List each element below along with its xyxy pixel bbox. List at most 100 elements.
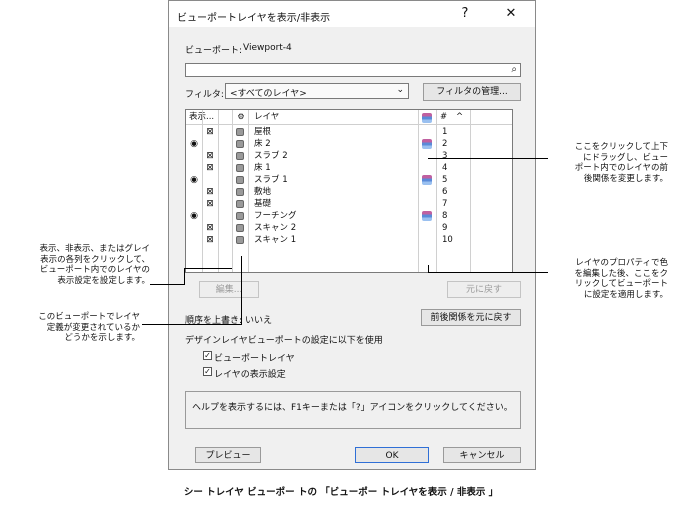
callout-line: リックしてビューポート: [574, 279, 668, 289]
viewport-layers-checkbox[interactable]: ✓: [203, 351, 212, 360]
layer-name: 床 2: [254, 139, 271, 149]
search-input[interactable]: ⌕: [185, 63, 521, 77]
table-row[interactable]: ⊠ スラブ 2 3: [186, 150, 512, 162]
table-header: 表示... ⚙ レイヤ # ^: [186, 110, 512, 125]
callout-leader: [428, 272, 548, 273]
layer-override-icon: [236, 200, 244, 208]
layer-override-icon: [236, 128, 244, 136]
column-divider: [470, 110, 471, 272]
layer-override-icon: [236, 188, 244, 196]
close-button[interactable]: ✕: [501, 5, 521, 23]
order-override-value: いいえ: [245, 316, 273, 326]
layer-name: スラブ 1: [254, 175, 288, 185]
column-divider: [248, 110, 249, 272]
filter-select[interactable]: <すべてのレイヤ> ⌄: [225, 83, 409, 99]
callout-leader: [142, 324, 242, 325]
layer-column-header[interactable]: レイヤ: [254, 111, 279, 123]
hidden-icon[interactable]: ⊠: [205, 234, 215, 246]
layer-name: スラブ 2: [254, 151, 288, 161]
table-row[interactable]: ⊠ スキャン 2 9: [186, 222, 512, 234]
layer-number[interactable]: 4: [442, 162, 447, 174]
figure-caption: シー トレイヤ ビューポー トの 「ビューポー トレイヤを表示 / 非表示 」: [183, 487, 499, 498]
table-row[interactable]: ⊠ 屋根 1: [186, 126, 512, 138]
callout-line: どうかを示します。: [64, 333, 140, 343]
dialog-title: ビューポートレイヤを表示/非表示: [177, 13, 331, 24]
title-bar: ビューポートレイヤを表示/非表示 ? ✕: [169, 1, 535, 27]
table-row[interactable]: ⊠ スキャン 1 10: [186, 234, 512, 246]
stacking-order-icon[interactable]: [422, 139, 432, 149]
layer-number[interactable]: 2: [442, 138, 447, 150]
layer-number[interactable]: 7: [442, 198, 447, 210]
callout-leader: [241, 256, 242, 325]
search-icon[interactable]: ⌕: [511, 64, 517, 76]
callout-line: 表示設定を設定します。: [57, 275, 150, 286]
column-divider: [218, 110, 219, 272]
eye-icon[interactable]: ◉: [189, 138, 199, 150]
callout-line: 定義が変更されているか: [46, 322, 140, 333]
table-row[interactable]: ◉ スラブ 1 5: [186, 174, 512, 186]
revert-order-button[interactable]: 前後関係を元に戻す: [421, 309, 521, 326]
ok-button[interactable]: OK: [355, 447, 429, 463]
callout-leader: [184, 268, 232, 269]
hidden-icon[interactable]: ⊠: [205, 162, 215, 174]
callout-leader: [428, 158, 548, 159]
stacking-order-icon[interactable]: [422, 175, 432, 185]
layer-visibility-checkbox[interactable]: ✓: [203, 367, 212, 376]
layer-table: 表示... ⚙ レイヤ # ^ ⊠ 屋根 1 ◉ 床 2 2 ⊠ スラブ 2 3 ⊠ 床 1 4 ◉ スラ…: [185, 109, 513, 273]
callout-revert: レイヤのプロパティで色 を編集した後、ここをク リックしてビューポート に設定を…: [550, 258, 668, 300]
layer-name: 床 1: [254, 163, 271, 173]
layer-name: 基礎: [254, 199, 272, 209]
layer-number[interactable]: 3: [442, 150, 447, 162]
hidden-icon[interactable]: ⊠: [205, 186, 215, 198]
manage-filters-button[interactable]: フィルタの管理...: [423, 83, 521, 101]
layer-name: 敷地: [254, 187, 272, 197]
hidden-icon[interactable]: ⊠: [205, 198, 215, 210]
layer-number[interactable]: 10: [442, 234, 453, 246]
number-column-header[interactable]: #: [440, 111, 447, 123]
layer-override-icon: [236, 176, 244, 184]
edit-button[interactable]: 編集...: [199, 281, 259, 298]
table-row[interactable]: ⊠ 敷地 6: [186, 186, 512, 198]
layer-name: 屋根: [254, 127, 272, 137]
callout-line: に設定を適用します。: [583, 289, 668, 300]
preview-button[interactable]: プレビュー: [195, 447, 261, 463]
column-divider: [232, 110, 233, 272]
hidden-icon[interactable]: ⊠: [205, 150, 215, 162]
callout-leader: [150, 284, 184, 285]
hidden-icon[interactable]: ⊠: [205, 222, 215, 234]
callout-line: にドラッグし、ビュー: [582, 152, 668, 163]
table-row[interactable]: ◉ フーチング 8: [186, 210, 512, 222]
cancel-button[interactable]: キャンセル: [443, 447, 521, 463]
column-divider: [436, 110, 437, 272]
hidden-icon[interactable]: ⊠: [205, 126, 215, 138]
callout-line: ここをクリックして上下: [574, 142, 668, 152]
eye-icon[interactable]: ◉: [189, 210, 199, 222]
layer-override-icon: [236, 212, 244, 220]
filter-label: フィルタ:: [185, 90, 224, 100]
show-hide-viewport-layers-dialog: ビューポートレイヤを表示/非表示 ? ✕ ビューポート: Viewport-4 …: [168, 0, 536, 470]
callout-line: 表示、非表示、またはグレイ: [39, 244, 150, 254]
revert-button[interactable]: 元に戻す: [447, 281, 521, 298]
eye-icon[interactable]: ◉: [189, 174, 199, 186]
layer-override-icon: [236, 152, 244, 160]
layer-number[interactable]: 6: [442, 186, 447, 198]
design-layer-heading: デザインレイヤビューポートの設定に以下を使用: [185, 336, 383, 346]
table-row[interactable]: ◉ 床 2 2: [186, 138, 512, 150]
layer-name: スキャン 1: [254, 235, 297, 245]
chevron-down-icon: ⌄: [396, 85, 404, 95]
help-button[interactable]: ?: [455, 5, 475, 23]
layer-override-icon: [236, 164, 244, 172]
table-row[interactable]: ⊠ 基礎 7: [186, 198, 512, 210]
callout-line: ポート内でのレイヤの前: [574, 163, 668, 173]
layer-override-icon: [236, 140, 244, 148]
viewport-name: Viewport-4: [243, 43, 292, 53]
table-row[interactable]: ⊠ 床 1 4: [186, 162, 512, 174]
filter-value: <すべてのレイヤ>: [230, 89, 307, 99]
callout-stacking-order: ここをクリックして上下 にドラッグし、ビュー ポート内でのレイヤの前 後関係を変…: [550, 142, 668, 184]
layer-number[interactable]: 8: [442, 210, 447, 222]
stacking-order-icon[interactable]: [422, 211, 432, 221]
layer-number[interactable]: 5: [442, 174, 447, 186]
layer-visibility-label: レイヤの表示設定: [214, 370, 286, 380]
layer-number[interactable]: 9: [442, 222, 447, 234]
layer-number[interactable]: 1: [442, 126, 447, 138]
